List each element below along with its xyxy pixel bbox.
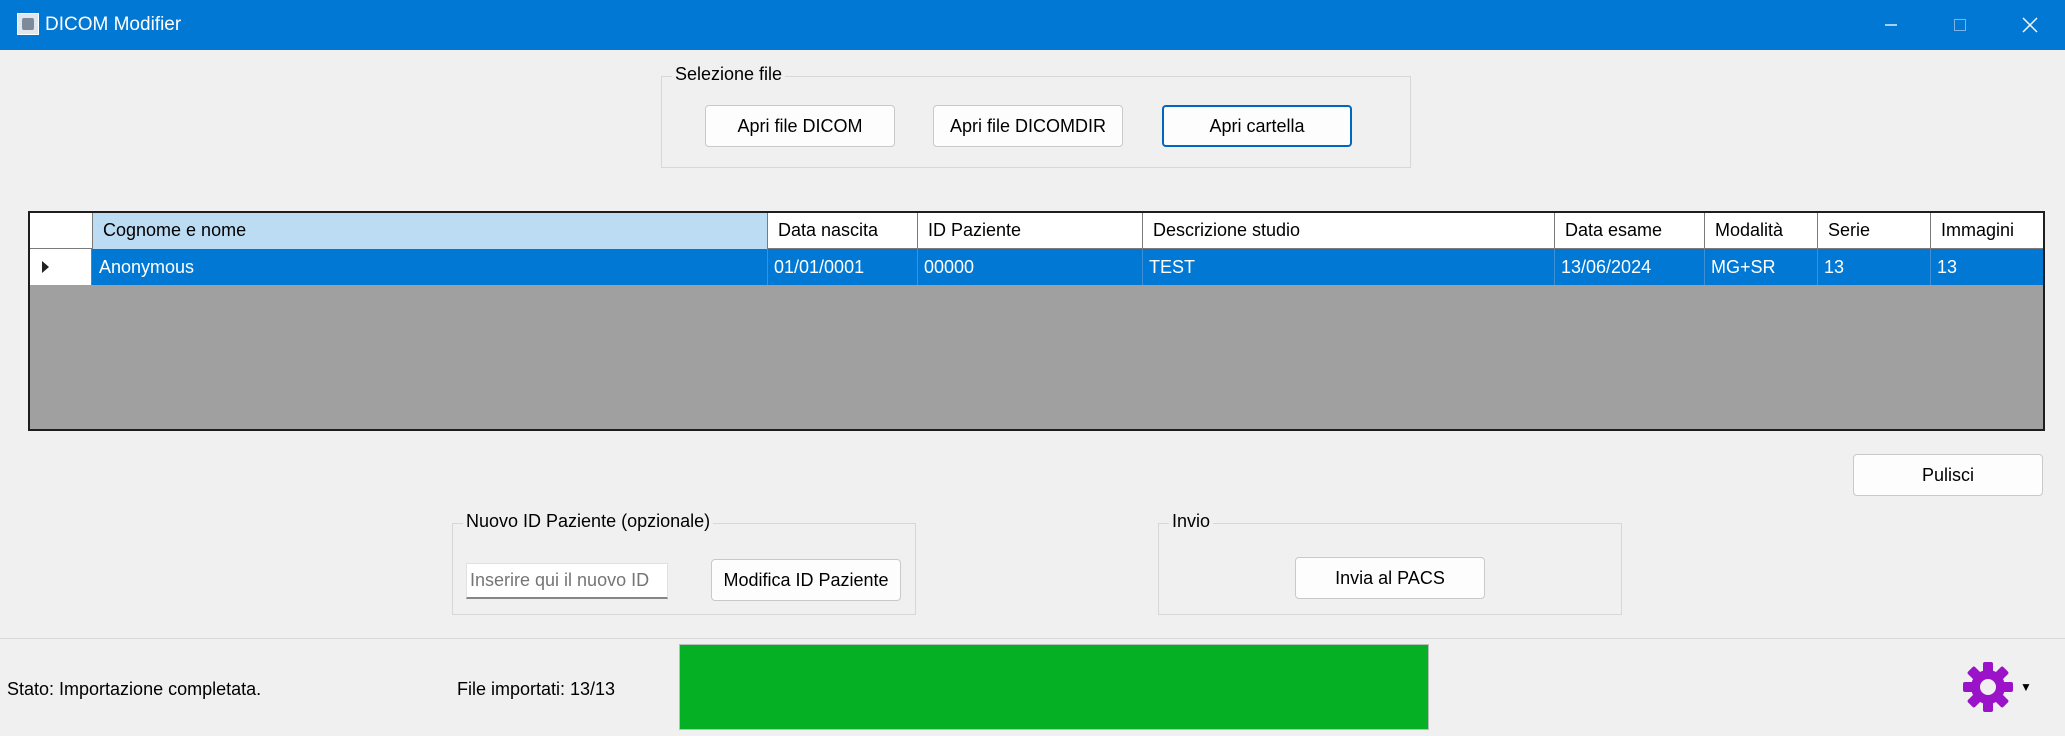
status-text: Stato: Importazione completata. — [7, 679, 262, 699]
minimize-button[interactable] — [1856, 0, 1926, 50]
cell-images[interactable]: 13 — [1931, 249, 2043, 285]
grid-header: Cognome e nome Data nascita ID Paziente … — [30, 213, 2043, 249]
open-dicom-button[interactable]: Apri file DICOM — [705, 105, 895, 147]
column-header-study-description[interactable]: Descrizione studio — [1143, 213, 1555, 249]
send-legend: Invio — [1169, 511, 1214, 532]
column-header-patient-id[interactable]: ID Paziente — [918, 213, 1143, 249]
column-header-modality[interactable]: Modalità — [1705, 213, 1818, 249]
grid-corner[interactable] — [30, 213, 93, 249]
file-selection-legend: Selezione file — [672, 64, 786, 85]
column-header-name[interactable]: Cognome e nome — [93, 213, 768, 249]
cell-series[interactable]: 13 — [1818, 249, 1931, 285]
maximize-button[interactable] — [1925, 0, 1995, 50]
gear-icon[interactable] — [1961, 660, 2015, 714]
modify-id-button[interactable]: Modifica ID Paziente — [711, 559, 901, 601]
settings-dropdown-caret-icon[interactable]: ▼ — [2020, 680, 2032, 694]
open-folder-button[interactable]: Apri cartella — [1162, 105, 1352, 147]
title-bar: DICOM Modifier — [0, 0, 2065, 50]
cell-study-description[interactable]: TEST — [1143, 249, 1555, 285]
column-header-images[interactable]: Immagini — [1931, 213, 2043, 249]
clear-button[interactable]: Pulisci — [1853, 454, 2043, 496]
cell-birth-date[interactable]: 01/01/0001 — [768, 249, 918, 285]
progress-fill — [680, 645, 1428, 729]
row-header[interactable] — [30, 249, 92, 285]
current-row-icon — [42, 261, 49, 273]
cell-modality[interactable]: MG+SR — [1705, 249, 1818, 285]
app-icon — [17, 13, 39, 35]
files-imported-text: File importati: 13/13 — [457, 679, 616, 699]
maximize-icon — [1954, 19, 1966, 31]
import-progress-bar — [679, 644, 1429, 730]
window-title: DICOM Modifier — [45, 14, 182, 35]
close-button[interactable] — [1995, 0, 2065, 50]
send-to-pacs-button[interactable]: Invia al PACS — [1295, 557, 1485, 599]
new-id-input[interactable] — [466, 563, 668, 599]
cell-exam-date[interactable]: 13/06/2024 — [1555, 249, 1705, 285]
cell-name[interactable]: Anonymous — [93, 249, 768, 285]
cell-patient-id[interactable]: 00000 — [918, 249, 1143, 285]
minimize-icon — [1885, 24, 1897, 26]
studies-grid[interactable]: Cognome e nome Data nascita ID Paziente … — [28, 211, 2045, 431]
table-row[interactable]: Anonymous 01/01/0001 00000 TEST 13/06/20… — [30, 249, 2043, 285]
column-header-exam-date[interactable]: Data esame — [1555, 213, 1705, 249]
column-header-birth-date[interactable]: Data nascita — [768, 213, 918, 249]
new-id-legend: Nuovo ID Paziente (opzionale) — [463, 511, 714, 532]
open-dicomdir-button[interactable]: Apri file DICOMDIR — [933, 105, 1123, 147]
column-header-series[interactable]: Serie — [1818, 213, 1931, 249]
close-icon — [2022, 17, 2038, 33]
